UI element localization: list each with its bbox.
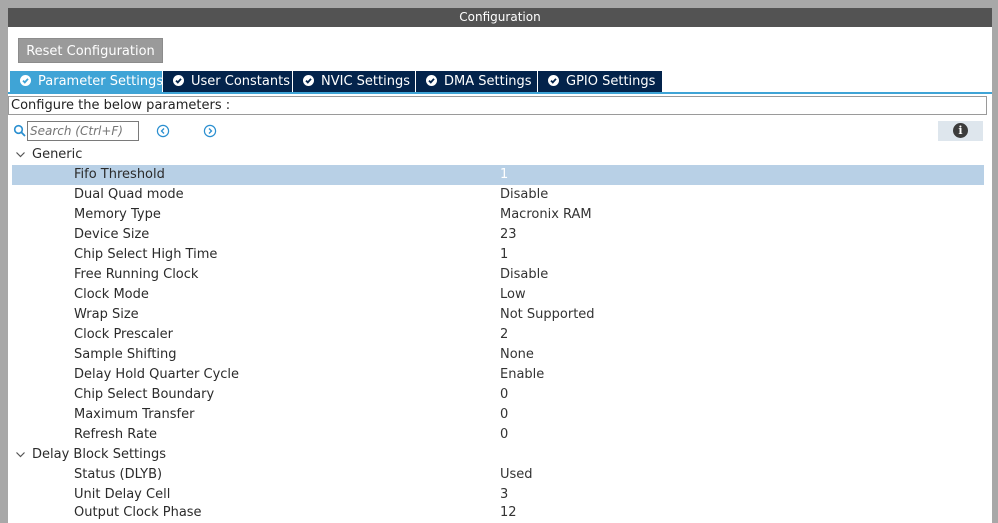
info-button[interactable]: i — [938, 121, 983, 141]
previous-match-icon[interactable] — [156, 124, 170, 138]
param-value[interactable]: 23 — [500, 225, 517, 245]
tab-parameter-settings[interactable]: Parameter Settings — [10, 71, 164, 92]
param-row-sample-shifting[interactable]: Sample Shifting None — [12, 345, 984, 365]
param-value[interactable]: 2 — [500, 325, 508, 345]
check-circle-icon — [548, 75, 559, 86]
param-row-wrap-size[interactable]: Wrap Size Not Supported — [12, 305, 984, 325]
param-name: Unit Delay Cell — [74, 487, 171, 502]
param-name: Delay Hold Quarter Cycle — [74, 367, 240, 382]
window-frame-left — [0, 0, 8, 523]
param-value[interactable]: Enable — [500, 365, 544, 385]
param-name: Fifo Threshold — [74, 167, 165, 182]
param-value[interactable]: Used — [500, 465, 533, 485]
next-match-icon[interactable] — [203, 124, 217, 138]
tab-gpio-settings[interactable]: GPIO Settings — [538, 71, 662, 92]
tab-user-constants[interactable]: User Constants — [163, 71, 292, 92]
param-name: Status (DLYB) — [74, 467, 163, 482]
search-icon — [13, 124, 26, 137]
param-row-memory-type[interactable]: Memory Type Macronix RAM — [12, 205, 984, 225]
param-row-maximum-transfer[interactable]: Maximum Transfer 0 — [12, 405, 984, 425]
param-row-free-running-clock[interactable]: Free Running Clock Disable — [12, 265, 984, 285]
param-value[interactable]: Disable — [500, 265, 548, 285]
param-value[interactable]: 3 — [500, 485, 508, 505]
param-value[interactable]: None — [500, 345, 534, 365]
param-row-delay-hold-quarter-cycle[interactable]: Delay Hold Quarter Cycle Enable — [12, 365, 984, 385]
param-value[interactable]: 1 — [500, 165, 508, 185]
param-name: Device Size — [74, 227, 150, 242]
tab-bar: Parameter Settings User Constants NVIC S… — [8, 71, 992, 94]
chevron-down-icon — [16, 152, 25, 158]
param-value[interactable]: 12 — [500, 503, 517, 523]
chevron-down-icon — [16, 452, 25, 458]
param-name: Refresh Rate — [74, 427, 158, 442]
param-value[interactable]: Not Supported — [500, 305, 595, 325]
param-row-dual-quad-mode[interactable]: Dual Quad mode Disable — [12, 185, 984, 205]
tab-label: DMA Settings — [444, 74, 532, 89]
tab-label: NVIC Settings — [321, 74, 410, 89]
param-row-clock-prescaler[interactable]: Clock Prescaler 2 — [12, 325, 984, 345]
param-name: Dual Quad mode — [74, 187, 184, 202]
tab-label: User Constants — [191, 74, 290, 89]
param-name: Output Clock Phase — [74, 505, 202, 520]
param-value[interactable]: 0 — [500, 425, 508, 445]
group-label: Delay Block Settings — [32, 447, 167, 462]
check-circle-icon — [426, 75, 437, 86]
search-input[interactable] — [27, 121, 139, 141]
param-row-fifo-threshold[interactable]: Fifo Threshold 1 — [12, 165, 984, 185]
group-label: Generic — [32, 147, 83, 162]
param-name: Sample Shifting — [74, 347, 177, 362]
param-value[interactable]: Macronix RAM — [500, 205, 592, 225]
param-name: Chip Select High Time — [74, 247, 218, 262]
param-row-device-size[interactable]: Device Size 23 — [12, 225, 984, 245]
param-value[interactable]: 0 — [500, 405, 508, 425]
param-row-clock-mode[interactable]: Clock Mode Low — [12, 285, 984, 305]
window-frame-top — [0, 0, 998, 8]
window-frame-right — [992, 0, 998, 523]
tab-label: Parameter Settings — [38, 74, 164, 89]
param-row-output-clock-phase[interactable]: Output Clock Phase 12 — [12, 503, 984, 523]
param-value[interactable]: Disable — [500, 185, 548, 205]
param-row-status-dlyb[interactable]: Status (DLYB) Used — [12, 465, 984, 485]
check-circle-icon — [303, 75, 314, 86]
param-name: Chip Select Boundary — [74, 387, 215, 402]
param-name: Free Running Clock — [74, 267, 199, 282]
param-name: Clock Prescaler — [74, 327, 173, 342]
param-row-chip-select-high-time[interactable]: Chip Select High Time 1 — [12, 245, 984, 265]
configure-description: Configure the below parameters : — [8, 96, 987, 115]
param-row-chip-select-boundary[interactable]: Chip Select Boundary 0 — [12, 385, 984, 405]
param-value[interactable]: 0 — [500, 385, 508, 405]
param-row-refresh-rate[interactable]: Refresh Rate 0 — [12, 425, 984, 445]
param-name: Wrap Size — [74, 307, 139, 322]
tab-nvic-settings[interactable]: NVIC Settings — [293, 71, 415, 92]
info-icon: i — [953, 123, 968, 138]
tab-dma-settings[interactable]: DMA Settings — [416, 71, 537, 92]
param-name: Clock Mode — [74, 287, 149, 302]
check-circle-icon — [20, 75, 31, 86]
param-name: Memory Type — [74, 207, 161, 222]
check-circle-icon — [173, 75, 184, 86]
param-value[interactable]: Low — [500, 285, 526, 305]
reset-configuration-button[interactable]: Reset Configuration — [18, 38, 163, 63]
param-value[interactable]: 1 — [500, 245, 508, 265]
tab-label: GPIO Settings — [566, 74, 656, 89]
param-name: Maximum Transfer — [74, 407, 195, 422]
window-title: Configuration — [8, 8, 992, 27]
param-row-unit-delay-cell[interactable]: Unit Delay Cell 3 — [12, 485, 984, 505]
